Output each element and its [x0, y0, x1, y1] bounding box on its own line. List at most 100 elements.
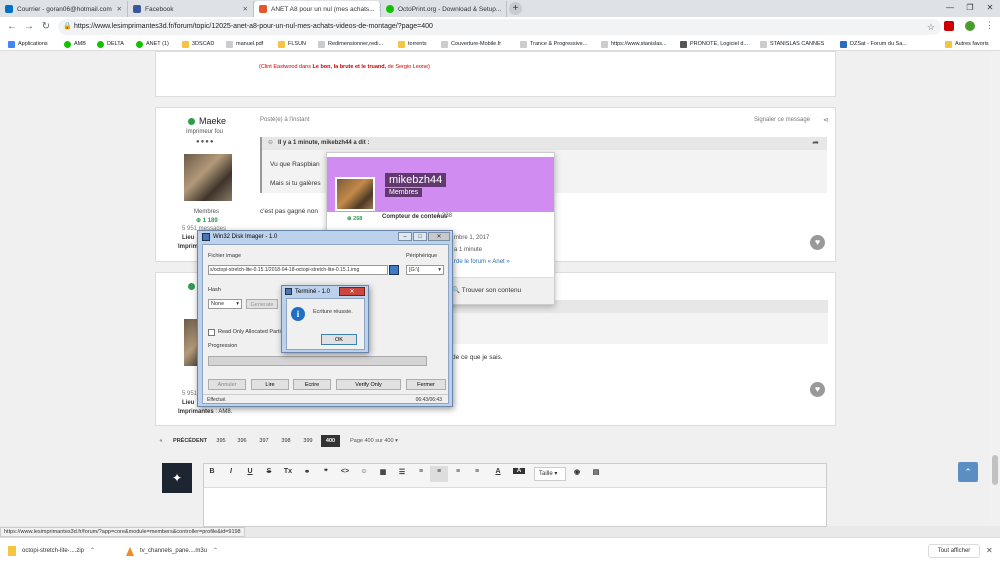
close-icon[interactable]: ✕ [501, 5, 506, 13]
bookmark[interactable]: DELTA [97, 39, 124, 49]
bookmark[interactable]: AMB [64, 39, 86, 49]
post-body: de ce que je sais. [452, 354, 503, 361]
tab-octoprint[interactable]: OctoPrint.org - Download & Setup... ✕ [381, 1, 507, 17]
user-avatar[interactable]: ✦ [162, 463, 192, 493]
read-only-checkbox[interactable] [208, 329, 215, 336]
bookmark[interactable]: Redimensionner,redi... [318, 39, 383, 49]
bold-icon[interactable]: B [206, 468, 218, 475]
bookmark[interactable]: Couverture-Mobile.fr [441, 39, 501, 49]
show-all-downloads-button[interactable]: Tout afficher [928, 544, 980, 558]
prev-arrow-icon[interactable]: « [156, 435, 166, 447]
align-right-icon[interactable]: ≡ [471, 468, 483, 475]
close-app-button[interactable]: Fermer [406, 379, 446, 390]
bullet-list-icon[interactable]: ☰ [396, 468, 408, 476]
folder-browse-icon[interactable] [389, 265, 399, 275]
maximize-button[interactable]: ❐ [960, 0, 980, 15]
tab-anet-forum[interactable]: ANET A8 pour un nul (mes achats... ✕ [254, 1, 381, 17]
text-color-icon[interactable]: A [492, 468, 504, 475]
close-button[interactable]: ✕ [428, 232, 450, 241]
bookmark[interactable]: https://www.stanislas... [601, 39, 667, 49]
cancel-button[interactable]: Annuler [208, 379, 246, 390]
minimize-button[interactable]: — [940, 0, 960, 15]
author-name[interactable]: Maeke [188, 116, 226, 126]
page-link[interactable]: 399 [299, 435, 317, 447]
tab-outlook[interactable]: Courrier - goran06@hotmail.com ✕ [0, 1, 128, 17]
hovercard-avatar[interactable] [335, 177, 375, 211]
page-link[interactable]: 396 [233, 435, 251, 447]
align-left-icon[interactable]: ≡ [433, 468, 445, 475]
preview-eye-icon[interactable]: ◉ [571, 468, 583, 476]
star-icon[interactable]: ☆ [927, 19, 935, 35]
write-button[interactable]: Ecrire [293, 379, 331, 390]
hash-select[interactable]: None ▾ [208, 299, 242, 309]
like-heart-icon[interactable]: ♥ [810, 235, 825, 250]
back-button[interactable]: ← [6, 21, 18, 33]
menu-icon[interactable]: ⋮ [985, 20, 994, 31]
forward-button[interactable]: → [23, 21, 35, 33]
find-content-link[interactable]: 🔍 Trouver son contenu [452, 286, 521, 294]
hovercard-name[interactable]: mikebzh44 [385, 173, 447, 187]
bookmark[interactable]: DZSat - Forum du Sa... [840, 39, 907, 49]
image-file-input[interactable]: s/octopi-stretch-lite-0.15.1/2018-04-18-… [208, 265, 388, 275]
close-downloads-icon[interactable]: ✕ [986, 546, 993, 555]
new-tab-button[interactable]: + [509, 2, 522, 15]
page-link[interactable]: 395 [212, 435, 230, 447]
close-window-button[interactable]: ✕ [980, 0, 1000, 15]
reload-button[interactable]: ↻ [40, 21, 52, 33]
page-jump[interactable]: Page 400 sur 400 ▾ [346, 435, 402, 447]
close-button[interactable]: ✕ [339, 287, 365, 296]
strikethrough-icon[interactable]: S [263, 468, 275, 475]
report-link[interactable]: Signaler ce message [754, 117, 810, 123]
bookmark[interactable]: ANET (1) [136, 39, 169, 49]
share-icon[interactable]: ⋖ [823, 116, 829, 124]
bookmark-folder[interactable]: 3DSCAD [182, 39, 214, 49]
tab-facebook[interactable]: Facebook ✕ [128, 1, 254, 17]
close-icon[interactable]: ✕ [239, 5, 248, 13]
source-icon[interactable]: ▤ [590, 468, 602, 476]
stat-link[interactable]: rde le forum « Anet » [454, 259, 510, 265]
bg-color-icon[interactable]: A [513, 468, 525, 474]
post-date[interactable]: Posté(e) à l'instant [260, 117, 310, 123]
read-button[interactable]: Lire [251, 379, 289, 390]
bookmark-apps[interactable]: Applications [8, 39, 48, 49]
author-avatar[interactable] [184, 154, 232, 201]
profile-avatar[interactable] [965, 21, 975, 31]
go-to-quote-icon[interactable]: ➦ [812, 138, 819, 147]
link-icon[interactable]: ⚭ [301, 468, 313, 476]
page-link[interactable]: 398 [277, 435, 295, 447]
bookmark[interactable]: PRONOTE, Logiciel d... [680, 39, 748, 49]
minimize-button[interactable]: – [398, 232, 412, 241]
emoji-icon[interactable]: ☺ [358, 468, 370, 475]
clear-format-icon[interactable]: Tx [282, 468, 294, 475]
download-item[interactable]: tv_channels_pane....m3u ⌃ [126, 545, 244, 557]
bookmark[interactable]: manuel.pdf [226, 39, 263, 49]
address-bar[interactable]: 🔒 https://www.lesimprimantes3d.fr/forum/… [58, 19, 941, 35]
current-page[interactable]: 400 [321, 435, 340, 447]
extension-icon[interactable] [944, 21, 954, 31]
device-select[interactable]: [G:\] ▾ [406, 265, 444, 275]
close-icon[interactable]: ✕ [113, 5, 122, 13]
code-icon[interactable]: <> [339, 468, 351, 475]
scrollbar-thumb[interactable] [992, 455, 998, 485]
numbered-list-icon[interactable]: ≡ [415, 468, 427, 475]
scroll-top-button[interactable]: ⌃ [958, 462, 978, 482]
bookmark-other[interactable]: Autres favoris [945, 39, 989, 49]
generate-button[interactable]: Generate [246, 299, 278, 309]
like-heart-icon[interactable]: ♥ [810, 382, 825, 397]
bookmark[interactable]: Trance & Progressive... [520, 39, 587, 49]
page-link[interactable]: 397 [255, 435, 273, 447]
italic-icon[interactable]: I [225, 468, 237, 475]
ok-button[interactable]: OK [321, 334, 357, 345]
underline-icon[interactable]: U [244, 468, 256, 475]
table-icon[interactable]: ▦ [377, 468, 389, 476]
bookmark-folder[interactable]: torrents [398, 39, 427, 49]
bookmark-folder[interactable]: FLSUN [278, 39, 306, 49]
font-size-select[interactable]: Taille ▾ [534, 467, 566, 481]
maximize-button[interactable]: □ [413, 232, 427, 241]
align-center-icon[interactable]: ≡ [452, 468, 464, 475]
quote-icon[interactable]: ❞ [320, 468, 332, 476]
pagination-prev[interactable]: PRÉCÉDENT [170, 435, 210, 447]
bookmark[interactable]: STANISLAS CANNES [760, 39, 824, 49]
verify-only-button[interactable]: Verify Only [336, 379, 401, 390]
download-item[interactable]: octopi-stretch-lite-....zip ⌃ [8, 545, 120, 557]
